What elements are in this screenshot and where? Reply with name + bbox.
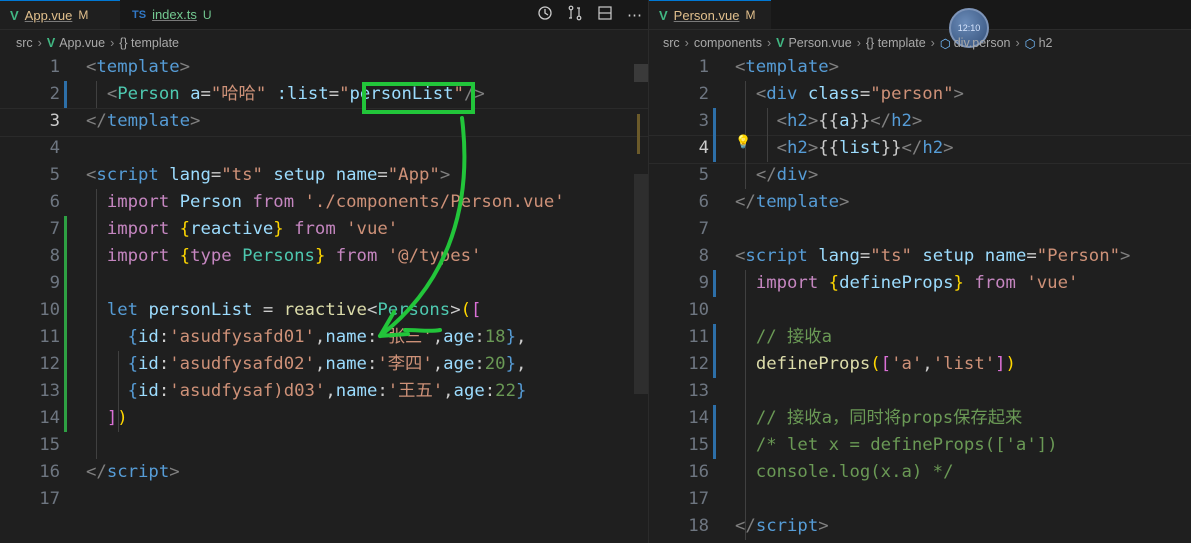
element-icon: ⬡ xyxy=(939,36,951,51)
line-number: 11 xyxy=(688,327,709,347)
line-number: 9 xyxy=(698,273,709,293)
code-line[interactable]: // 接收a，同时将props保存起来 xyxy=(735,405,1022,432)
modified-badge: M xyxy=(745,8,756,22)
right-tab-bar: V Person.vue M xyxy=(649,0,1191,30)
line-number: 2 xyxy=(698,84,709,104)
code-line[interactable]: /* let x = defineProps(['a']) xyxy=(735,432,1058,459)
line-number: 5 xyxy=(698,165,709,185)
code-line[interactable]: </div> xyxy=(735,162,818,189)
code-line[interactable]: import {defineProps} from 'vue' xyxy=(735,270,1079,297)
breadcrumb-item[interactable]: div.person xyxy=(954,36,1011,50)
code-line[interactable]: <script lang="ts" setup name="Person"> xyxy=(735,243,1130,270)
code-line[interactable]: console.log(x.a) */ xyxy=(735,459,954,486)
breadcrumb-item[interactable]: Person.vue xyxy=(788,36,851,50)
line-number: 10 xyxy=(688,300,709,320)
code-line[interactable]: defineProps(['a','list']) xyxy=(735,351,1016,378)
line-number: 17 xyxy=(688,489,709,509)
lightbulb-icon[interactable]: 💡 xyxy=(735,134,751,150)
indent-guide xyxy=(745,270,746,540)
vue-file-icon: V xyxy=(659,7,668,23)
right-editor-group: V Person.vue M 12:10 src › components › … xyxy=(649,0,1191,543)
code-line[interactable]: // 接收a xyxy=(735,324,832,351)
line-number: 18 xyxy=(688,516,709,536)
git-change-marker[interactable] xyxy=(713,324,716,378)
line-number: 7 xyxy=(698,219,709,239)
git-change-marker[interactable] xyxy=(713,405,716,459)
line-number: 12 xyxy=(688,354,709,374)
code-editor[interactable]: 1 <template> 2 <div class="person"> 3 <h2>{… xyxy=(649,54,1191,543)
breadcrumb-item[interactable]: components xyxy=(694,36,762,50)
left-editor-group: V App.vue M TS index.ts U ⋯ src › V App.… xyxy=(0,0,648,543)
breadcrumb-item[interactable]: src xyxy=(663,36,680,50)
chevron-right-icon: › xyxy=(684,36,689,50)
element-icon: ⬡ xyxy=(1024,36,1036,51)
tab-label: Person.vue xyxy=(673,7,740,23)
code-line[interactable]: <template> xyxy=(735,54,839,81)
line-number: 14 xyxy=(688,408,709,428)
tab-person-vue[interactable]: V Person.vue M xyxy=(649,0,771,29)
code-line[interactable]: <h2>{{a}}</h2> xyxy=(735,108,923,135)
line-number: 4 xyxy=(698,138,709,158)
chevron-right-icon: › xyxy=(1015,36,1020,50)
line-number: 6 xyxy=(698,192,709,212)
chevron-right-icon: › xyxy=(930,36,935,50)
indent-guide xyxy=(767,108,768,162)
git-change-marker[interactable] xyxy=(713,270,716,297)
breadcrumb-item[interactable]: h2 xyxy=(1039,36,1053,50)
line-number: 15 xyxy=(688,435,709,455)
chevron-right-icon: › xyxy=(856,36,861,50)
annotation-arrow xyxy=(378,116,467,338)
line-number: 16 xyxy=(688,462,709,482)
line-number: 8 xyxy=(698,246,709,266)
git-change-marker[interactable] xyxy=(713,108,716,162)
chevron-right-icon: › xyxy=(766,36,772,50)
code-line[interactable]: </script> xyxy=(735,513,829,540)
breadcrumb: src › components › V Person.vue › {} tem… xyxy=(649,30,1191,56)
line-number: 3 xyxy=(698,111,709,131)
line-number: 13 xyxy=(688,381,709,401)
code-line[interactable]: <div class="person"> xyxy=(735,81,964,108)
vue-file-icon: V xyxy=(776,36,785,50)
code-line[interactable]: </template> xyxy=(735,189,849,216)
breadcrumb-item[interactable]: {} template xyxy=(866,36,926,50)
line-number: 1 xyxy=(698,57,709,77)
